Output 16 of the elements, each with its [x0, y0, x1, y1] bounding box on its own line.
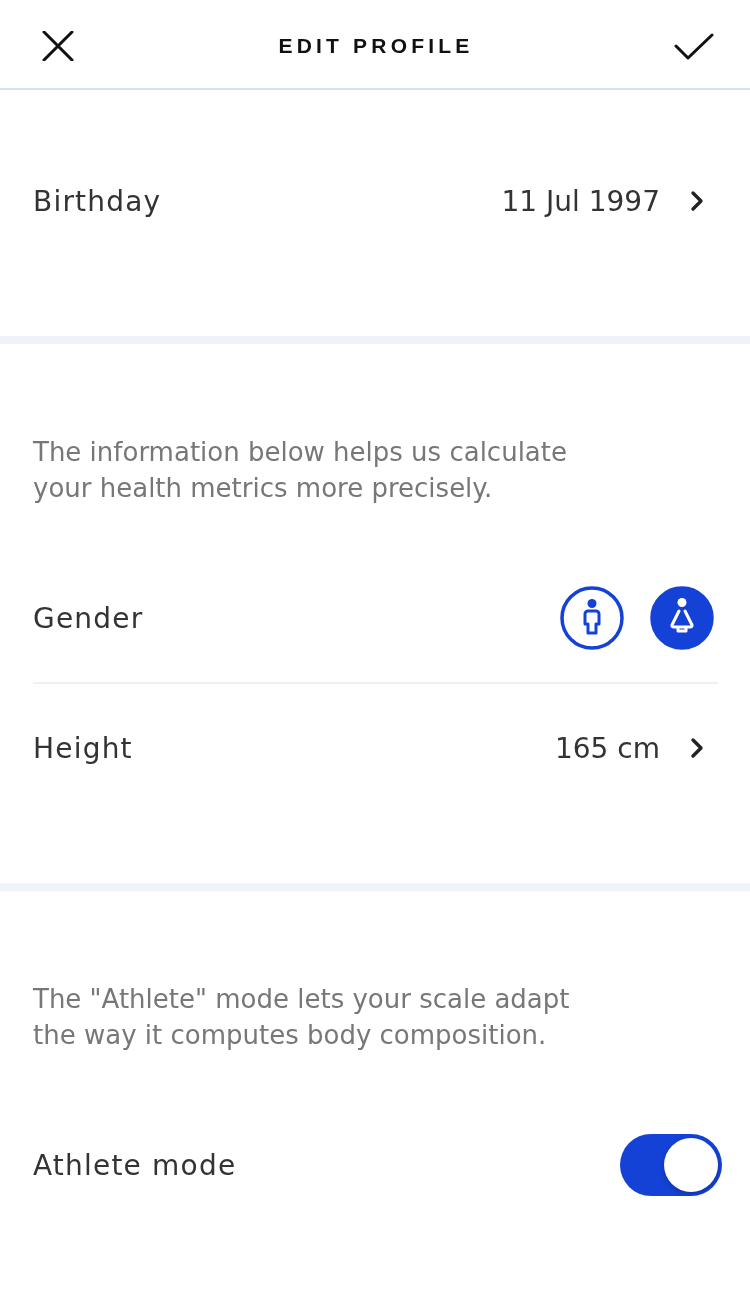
- row-label: Birthday: [33, 184, 162, 218]
- row-value[interactable]: 165 cm: [555, 731, 660, 765]
- row-label: Athlete mode: [33, 1148, 237, 1182]
- row-label: Gender: [33, 601, 144, 635]
- chevron-right-icon[interactable]: [690, 737, 704, 759]
- checkmark-icon: [674, 32, 714, 60]
- info-text: The information below helps us calculate your health metrics more precisely.: [33, 436, 568, 505]
- chevron-right-icon[interactable]: [690, 190, 704, 212]
- close-icon: [42, 31, 74, 61]
- row-label: Height: [33, 731, 133, 765]
- male-figure-icon[interactable]: [560, 586, 624, 650]
- screen-title: EDIT PROFILE: [278, 34, 474, 58]
- female-figure-icon[interactable]: [650, 586, 714, 650]
- row-value[interactable]: 11 Jul 1997: [501, 184, 660, 218]
- info-text: The "Athlete" mode lets your scale adapt the way it computes body composition.: [33, 983, 571, 1052]
- athlete-mode-toggle[interactable]: [620, 1134, 722, 1196]
